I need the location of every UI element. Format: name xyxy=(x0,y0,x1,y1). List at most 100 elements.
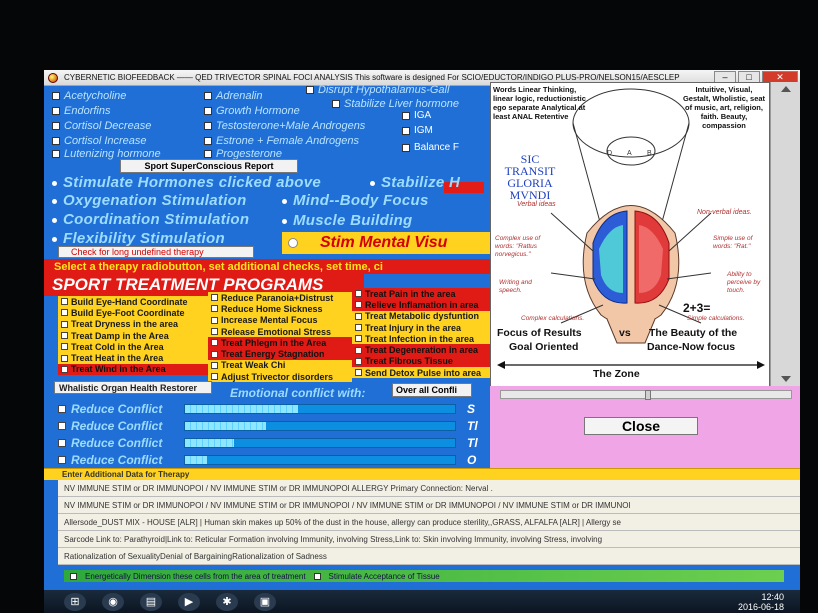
treatment-item[interactable]: Treat Energy Stagnation xyxy=(208,348,352,360)
window-icon[interactable]: ▣ xyxy=(254,592,276,611)
hormone-check-iga[interactable]: IGA xyxy=(402,110,431,121)
hormone-check-acetycholine[interactable]: Acetycholine xyxy=(52,90,126,102)
checkbox[interactable] xyxy=(52,122,60,130)
hormone-check-adrenalin[interactable]: Adrenalin xyxy=(204,90,262,102)
treatment-item[interactable]: Reduce Home Sickness xyxy=(208,303,352,315)
treatment-item[interactable]: Adjust Trivector disorders xyxy=(208,371,352,383)
scroll-up-icon[interactable] xyxy=(781,86,791,92)
treatment-item[interactable]: Treat Damp in the Area xyxy=(58,329,208,342)
undefined-therapy-check[interactable]: Check for long undefined therapy xyxy=(58,246,254,258)
checkbox[interactable] xyxy=(211,339,218,347)
radio-dot[interactable] xyxy=(52,180,57,186)
treatment-item[interactable]: Reduce Paranoia+Distrust xyxy=(208,292,352,304)
checkbox[interactable] xyxy=(402,126,410,135)
radio-oxygenation[interactable]: Oxygenation Stimulation xyxy=(52,192,247,209)
checkbox[interactable] xyxy=(332,100,340,108)
system-clock[interactable]: 12:40 2016-06-18 xyxy=(738,592,784,612)
conflict-slider[interactable] xyxy=(184,437,456,448)
checkbox[interactable] xyxy=(61,320,68,328)
data-line[interactable]: NV IMMUNE STIM or DR IMMUNOPOI / NV IMMU… xyxy=(58,480,800,497)
folder-icon[interactable]: ▤ xyxy=(140,592,162,611)
checkbox[interactable] xyxy=(58,438,66,447)
treatment-item[interactable]: Treat Injury in the area xyxy=(352,321,494,334)
checkbox[interactable] xyxy=(306,86,314,94)
checkbox[interactable] xyxy=(355,290,362,298)
radio-dot[interactable] xyxy=(52,217,57,223)
treatment-item[interactable]: Treat Fibrous Tissue xyxy=(352,355,494,368)
wholistic-organ-button[interactable]: Whalistic Organ Health Restorer xyxy=(54,381,212,394)
checkbox[interactable] xyxy=(61,332,68,340)
radio-dot[interactable] xyxy=(52,236,57,242)
checkbox[interactable] xyxy=(61,365,68,373)
radio-flexibility[interactable]: Flexibility Stimulation xyxy=(52,230,225,247)
checkbox[interactable] xyxy=(355,312,362,320)
hormone-check-estrone[interactable]: Estrone + Female Androgens xyxy=(204,135,359,147)
checkbox[interactable] xyxy=(204,150,212,158)
checkbox[interactable] xyxy=(355,324,362,332)
close-button[interactable]: Close xyxy=(584,417,698,435)
conflict-slider[interactable] xyxy=(184,454,456,465)
treatment-item[interactable]: Release Emotional Stress xyxy=(208,325,352,338)
checkbox[interactable] xyxy=(70,572,77,580)
right-scrollbar[interactable] xyxy=(770,82,800,386)
radio-dot[interactable] xyxy=(282,198,287,204)
data-line[interactable]: Rationalization of SexualityDenial of Ba… xyxy=(58,548,800,565)
radio-coordination[interactable]: Coordination Stimulation xyxy=(52,211,249,228)
checkbox[interactable] xyxy=(211,350,218,358)
radio-dot[interactable] xyxy=(282,218,287,224)
checkbox[interactable] xyxy=(402,111,410,120)
checkbox[interactable] xyxy=(355,301,362,309)
overall-conflict-select[interactable]: Over all Confli xyxy=(392,383,472,397)
start-icon[interactable]: ⊞ xyxy=(64,592,86,611)
treatment-item[interactable]: Build Eye-Hand Coordinate xyxy=(58,296,208,308)
checkbox[interactable] xyxy=(52,92,60,100)
radio-dot[interactable] xyxy=(370,180,375,186)
checkbox[interactable] xyxy=(355,335,362,343)
hormone-check-cortisol-increase[interactable]: Cortisol Increase xyxy=(52,135,147,147)
sport-superconscious-report-button[interactable]: Sport SuperConscious Report xyxy=(120,159,298,173)
checkbox[interactable] xyxy=(313,572,321,580)
slider-thumb[interactable] xyxy=(645,390,651,400)
treatment-item[interactable]: Treat Pain in the area xyxy=(352,288,494,300)
checkbox[interactable] xyxy=(61,343,68,351)
treatment-item[interactable]: Send Detox Pulse into area xyxy=(352,367,494,379)
checkbox[interactable] xyxy=(355,357,362,365)
treatment-item[interactable]: Relieve Inflamation in area xyxy=(352,299,494,311)
data-line[interactable]: Sarcode Link to: Parathyroid|Link to: Re… xyxy=(58,531,800,548)
scroll-down-icon[interactable] xyxy=(781,376,791,382)
hormone-check-igm[interactable]: IGM xyxy=(402,125,433,136)
browser-icon[interactable]: ◉ xyxy=(102,592,124,611)
data-line[interactable]: Allersode_DUST MIX - HOUSE [ALR] | Human… xyxy=(58,514,800,531)
radio-muscle[interactable]: Muscle Building xyxy=(282,212,413,229)
radio-stim-hormones[interactable]: Stimulate Hormones clicked above xyxy=(52,174,321,191)
checkbox[interactable] xyxy=(61,309,68,317)
checkbox[interactable] xyxy=(52,137,60,145)
treatment-item[interactable]: Treat Weak Chi xyxy=(208,359,352,372)
hormone-check-growth[interactable]: Growth Hormone xyxy=(204,105,300,117)
checkbox[interactable] xyxy=(211,294,218,302)
checkbox[interactable] xyxy=(355,369,362,377)
conflict-slider[interactable] xyxy=(184,420,456,431)
radio-dot[interactable] xyxy=(288,238,298,248)
treatment-item[interactable]: Treat Infection in the area xyxy=(352,333,494,345)
treatment-item[interactable]: Treat Cold in the Area xyxy=(58,341,208,353)
checkbox[interactable] xyxy=(61,354,68,362)
conflict-slider[interactable] xyxy=(184,403,456,414)
hormone-check-stabilize-liver[interactable]: Stabilize Liver hormone xyxy=(332,98,459,110)
treatment-item[interactable]: Increase Mental Focus xyxy=(208,314,352,326)
hormone-check-balance[interactable]: Balance F xyxy=(402,142,459,153)
checkbox[interactable] xyxy=(204,137,212,145)
checkbox[interactable] xyxy=(211,305,218,313)
checkbox[interactable] xyxy=(58,421,66,430)
checkbox[interactable] xyxy=(211,361,218,369)
checkbox[interactable] xyxy=(52,150,60,158)
treatment-item[interactable]: Treat Phlegm in the Area xyxy=(208,337,352,349)
radio-dot[interactable] xyxy=(52,198,57,204)
checkbox[interactable] xyxy=(211,373,218,381)
app-icon[interactable]: ✱ xyxy=(216,592,238,611)
checkbox[interactable] xyxy=(211,316,218,324)
checkbox[interactable] xyxy=(58,404,66,413)
treatment-item[interactable]: Treat Dryness in the area xyxy=(58,318,208,330)
radio-stabilize[interactable]: Stabilize H xyxy=(370,174,460,191)
timer-slider[interactable] xyxy=(500,390,792,400)
